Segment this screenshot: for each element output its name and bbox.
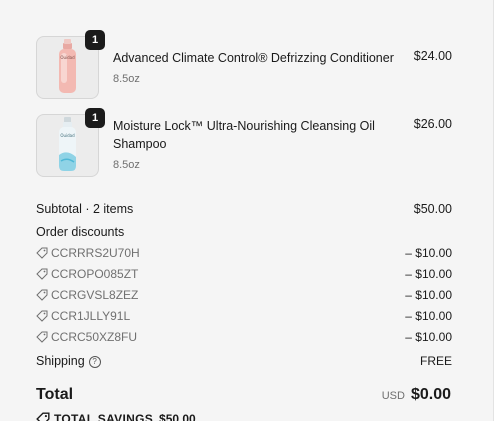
product-size: 8.5oz <box>113 73 140 85</box>
product-name: Advanced Climate Control® Defrizzing Con… <box>113 49 398 88</box>
subtotal-row: Subtotal · 2 items $50.00 <box>36 200 452 218</box>
total-amount: USD $0.00 <box>382 386 451 404</box>
discount-amount: – $10.00 <box>405 309 452 323</box>
tag-icon <box>36 412 50 421</box>
discount-row: CCRRRS2U70H – $10.00 <box>36 244 452 262</box>
discount-code: CCRC50XZ8FU <box>51 330 138 344</box>
tag-icon <box>36 331 48 343</box>
svg-text:Ouidad: Ouidad <box>60 55 75 60</box>
tag-icon <box>36 268 48 280</box>
subtotal-label: Subtotal · 2 items <box>36 202 134 216</box>
discount-code: CCRRRS2U70H <box>51 246 140 260</box>
quantity-badge: 1 <box>85 30 105 50</box>
subtotal-value: $50.00 <box>413 202 452 216</box>
product-size: 8.5oz <box>113 159 140 171</box>
savings-label: TOTAL SAVINGS <box>54 412 154 421</box>
product-title: Advanced Climate Control® Defrizzing Con… <box>113 51 394 65</box>
product-price: $24.00 <box>413 49 452 63</box>
discount-code: CCRGVSL8ZEZ <box>51 288 139 302</box>
discount-amount: – $10.00 <box>405 288 452 302</box>
total-savings: TOTAL SAVINGS $50.00 <box>36 412 196 421</box>
info-icon[interactable]: ? <box>88 356 101 368</box>
svg-text:Ouidad: Ouidad <box>60 133 75 138</box>
tag-icon <box>36 247 48 259</box>
product-price: $26.00 <box>413 117 452 131</box>
discount-row: CCR1JLLY91L – $10.00 <box>36 307 452 325</box>
shipping-row: Shipping? FREE <box>36 352 452 370</box>
tag-icon <box>36 289 48 301</box>
shipping-label: Shipping <box>36 354 85 368</box>
quantity-badge: 1 <box>85 108 105 128</box>
discount-amount: – $10.00 <box>405 330 452 344</box>
discount-row: CCRC50XZ8FU – $10.00 <box>36 328 452 346</box>
product-image: Ouidad 1 <box>36 30 105 99</box>
total-value: $0.00 <box>410 386 451 403</box>
discount-amount: – $10.00 <box>405 267 452 281</box>
product-image: Ouidad 1 <box>36 108 105 177</box>
tag-icon <box>36 310 48 322</box>
discount-code: CCROPO085ZT <box>51 267 139 281</box>
order-discounts-heading: Order discounts <box>36 225 125 239</box>
product-name: Moisture Lock™ Ultra-Nourishing Cleansin… <box>113 117 398 174</box>
discount-row: CCRGVSL8ZEZ – $10.00 <box>36 286 452 304</box>
savings-value: $50.00 <box>159 412 196 421</box>
total-label: Total <box>36 386 74 403</box>
discount-amount: – $10.00 <box>405 246 452 260</box>
discount-code: CCR1JLLY91L <box>51 309 131 323</box>
shipping-value: FREE <box>419 354 452 368</box>
order-summary-panel: Ouidad 1 Advanced Climate Control® Defri… <box>0 0 494 421</box>
product-title: Moisture Lock™ Ultra-Nourishing Cleansin… <box>113 119 375 151</box>
currency-code: USD <box>381 390 405 402</box>
discount-row: CCROPO085ZT – $10.00 <box>36 265 452 283</box>
